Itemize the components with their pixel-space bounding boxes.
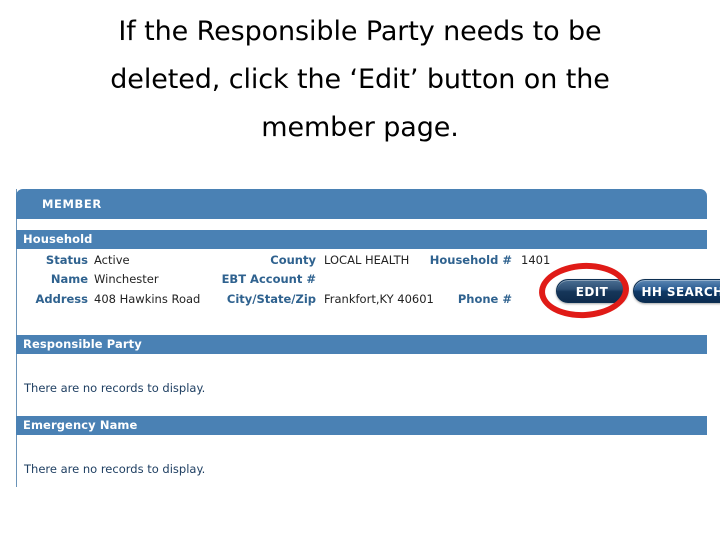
field-value-county: LOCAL HEALTH [324, 253, 410, 267]
caption-line-2: deleted, click the ‘Edit’ button on the [110, 64, 610, 95]
section-header-responsible-party: Responsible Party [16, 335, 707, 354]
section-header-emergency-name: Emergency Name [16, 416, 707, 435]
emergency-name-empty-message: There are no records to display. [24, 462, 206, 476]
caption-line-3: member page. [261, 112, 459, 143]
member-page-screenshot: MEMBER Household Status Active Name Winc… [16, 189, 720, 489]
hh-search-button[interactable]: HH SEARCH [633, 279, 720, 303]
slide-caption: If the Responsible Party needs to be del… [0, 8, 720, 152]
field-value-household-number: 1401 [521, 253, 551, 267]
responsible-party-empty-message: There are no records to display. [24, 381, 206, 395]
field-label-ebt-account: EBT Account # [221, 272, 316, 286]
field-label-county: County [270, 253, 316, 267]
field-label-address: Address [35, 292, 88, 306]
edit-button[interactable]: EDIT [556, 279, 628, 303]
field-label-household-number: Household # [429, 253, 512, 267]
field-value-address: 408 Hawkins Road [94, 292, 201, 306]
caption-line-1: If the Responsible Party needs to be [118, 16, 602, 47]
field-label-phone-number: Phone # [457, 292, 512, 306]
field-label-status: Status [45, 253, 88, 267]
field-value-name: Winchester [94, 272, 159, 286]
section-header-household: Household [16, 230, 707, 249]
field-value-status: Active [94, 253, 130, 267]
field-label-city-state-zip: City/State/Zip [226, 292, 316, 306]
field-label-name: Name [50, 272, 88, 286]
module-tab-member[interactable]: MEMBER [16, 189, 707, 219]
